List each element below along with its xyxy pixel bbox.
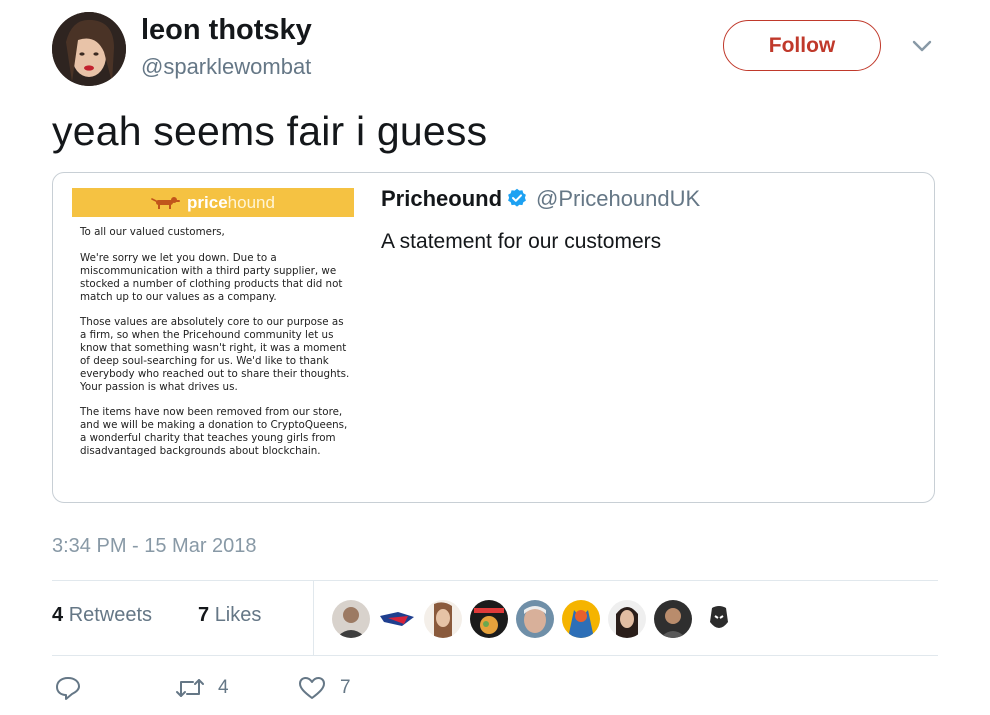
pricehound-banner: pricehound [72, 188, 354, 217]
pricehound-logo: pricehound [187, 192, 275, 212]
liker-avatar[interactable] [654, 600, 692, 638]
author-avatar[interactable] [52, 12, 126, 86]
likes-stat[interactable]: 7 Likes [198, 604, 261, 627]
dachshund-icon [151, 196, 181, 209]
liker-avatar[interactable] [332, 600, 370, 638]
liker-avatar[interactable] [378, 600, 416, 638]
divider [313, 581, 314, 655]
verified-badge-icon [507, 188, 527, 208]
like-count: 7 [340, 677, 351, 698]
quoted-display-name[interactable]: Pricheound [381, 186, 502, 212]
heart-icon[interactable] [298, 676, 326, 700]
author-display-name[interactable]: leon thotsky [141, 14, 312, 47]
liker-avatar[interactable] [562, 600, 600, 638]
follow-button[interactable]: Follow [723, 20, 881, 71]
tweet-text: yeah seems fair i guess [52, 108, 488, 154]
statement-paragraph: We're sorry we let you down. Due to a mi… [80, 252, 343, 303]
retweets-stat[interactable]: 4 Retweets [52, 604, 152, 627]
quoted-handle[interactable]: @PricehoundUK [536, 186, 700, 212]
retweet-icon[interactable] [175, 676, 205, 700]
statement-body: To all our valued customers, We're sorry… [80, 226, 350, 470]
divider [52, 580, 938, 581]
liker-avatar[interactable] [700, 600, 738, 638]
tweet-timestamp[interactable]: 3:34 PM - 15 Mar 2018 [52, 535, 257, 558]
quoted-tweet-text: A statement for our customers [381, 230, 662, 253]
retweet-count: 4 [218, 677, 229, 698]
chevron-down-icon[interactable] [908, 36, 936, 56]
statement-paragraph: To all our valued customers, [80, 226, 225, 238]
liker-avatar[interactable] [470, 600, 508, 638]
statement-paragraph: The items have now been removed from our… [80, 406, 348, 457]
statement-paragraph: Those values are absolutely core to our … [80, 316, 350, 393]
liker-avatar[interactable] [608, 600, 646, 638]
reply-icon[interactable] [54, 675, 82, 701]
author-handle[interactable]: @sparklewombat [141, 54, 311, 80]
liker-avatar[interactable] [424, 600, 462, 638]
statement-image[interactable]: pricehound To all our valued customers, … [72, 188, 354, 488]
liker-avatar[interactable] [516, 600, 554, 638]
divider [52, 655, 938, 656]
